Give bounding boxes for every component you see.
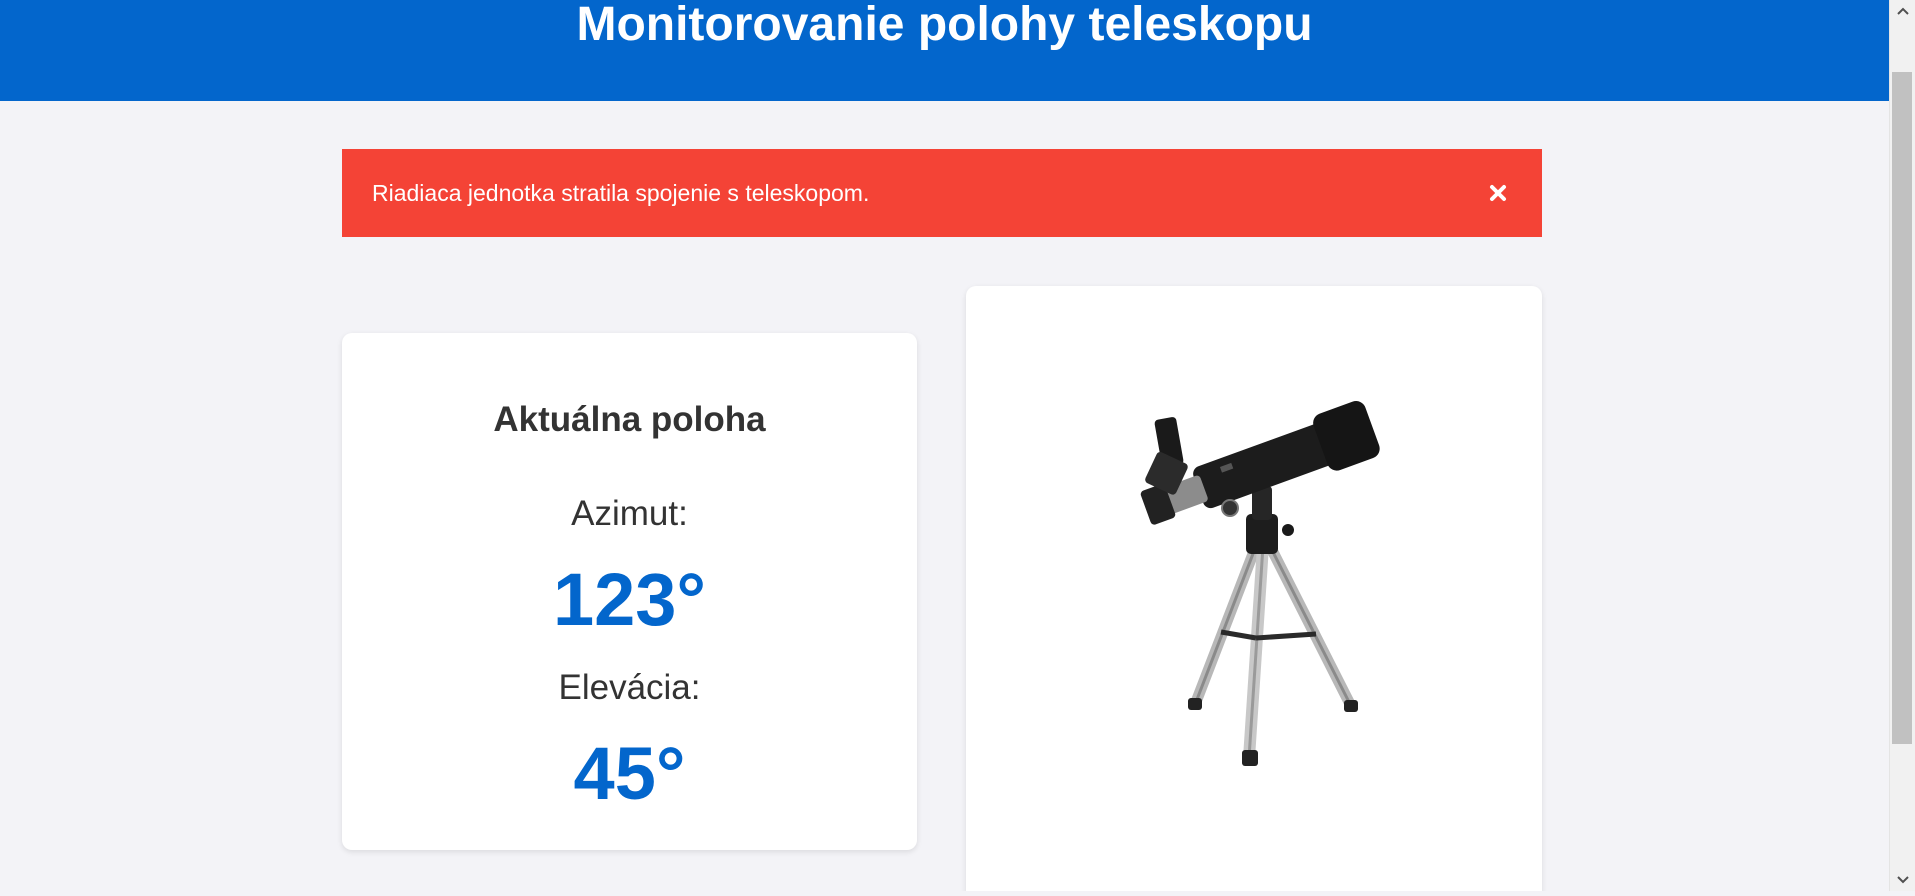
telescope-card xyxy=(966,286,1542,891)
scrollbar-thumb[interactable] xyxy=(1892,72,1912,744)
alert-message: Riadiaca jednotka stratila spojenie s te… xyxy=(372,180,870,206)
scroll-down-arrow-icon[interactable] xyxy=(1890,869,1915,891)
page: Monitorovanie polohy teleskopu Riadiaca … xyxy=(0,0,1889,891)
vertical-scrollbar[interactable] xyxy=(1889,0,1915,891)
position-card-title: Aktuálna poloha xyxy=(493,400,766,439)
elevation-value: 45° xyxy=(573,732,686,815)
close-icon[interactable] xyxy=(1484,179,1512,207)
error-alert: Riadiaca jednotka stratila spojenie s te… xyxy=(342,149,1542,237)
telescope-image xyxy=(1140,401,1380,766)
header-bar: Monitorovanie polohy teleskopu xyxy=(0,0,1889,101)
azimuth-label: Azimut: xyxy=(571,494,688,533)
page-title: Monitorovanie polohy teleskopu xyxy=(576,0,1313,51)
scroll-up-arrow-icon[interactable] xyxy=(1890,0,1915,22)
azimuth-value: 123° xyxy=(552,558,707,641)
elevation-label: Elevácia: xyxy=(558,668,701,707)
